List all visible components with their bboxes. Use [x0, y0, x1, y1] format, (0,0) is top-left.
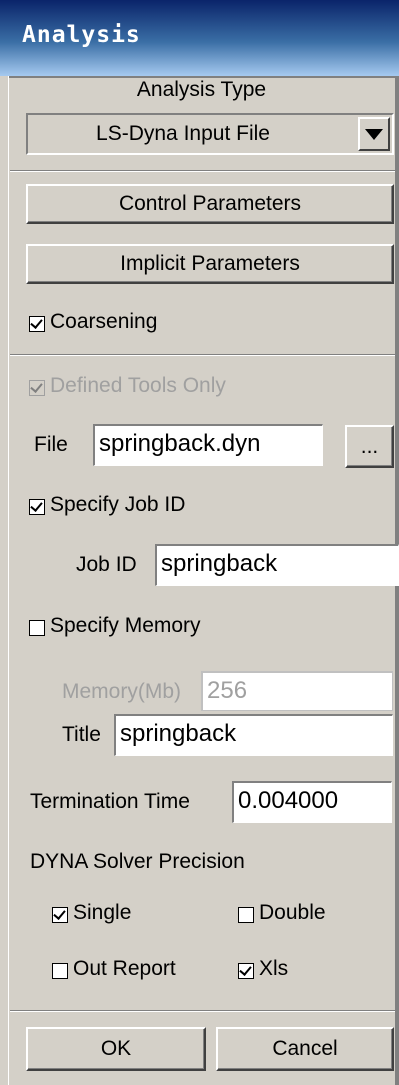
title-label: Title [62, 723, 101, 746]
control-parameters-button[interactable]: Control Parameters [26, 184, 394, 224]
analysis-type-dropdown[interactable]: LS-Dyna Input File [26, 113, 394, 155]
defined-tools-checkbox[interactable] [29, 380, 45, 396]
xls-checkbox[interactable] [238, 963, 254, 979]
file-label: File [34, 433, 68, 456]
termination-time-label: Termination Time [30, 790, 190, 813]
specify-job-id-checkbox[interactable] [29, 499, 45, 515]
dropdown-arrow-button[interactable] [358, 117, 390, 151]
analysis-type-label: Analysis Type [136, 78, 267, 101]
job-id-input[interactable]: springback [155, 544, 399, 586]
file-input[interactable]: springback.dyn [93, 424, 323, 466]
single-label: Single [73, 901, 132, 924]
specify-job-id-label: Specify Job ID [50, 493, 186, 516]
title-input[interactable]: springback [114, 714, 393, 756]
cancel-button[interactable]: Cancel [216, 1027, 394, 1071]
memory-label: Memory(Mb) [62, 680, 181, 703]
browse-button[interactable]: ... [345, 425, 394, 468]
implicit-parameters-button[interactable]: Implicit Parameters [26, 244, 394, 284]
xls-label: Xls [259, 957, 289, 980]
separator [10, 170, 395, 172]
out-report-checkbox[interactable] [52, 963, 68, 979]
specify-memory-checkbox[interactable] [29, 620, 45, 636]
solver-precision-label: DYNA Solver Precision [30, 850, 245, 873]
specify-memory-label: Specify Memory [50, 614, 201, 637]
defined-tools-label: Defined Tools Only [50, 374, 226, 397]
coarsening-checkbox[interactable] [29, 316, 45, 332]
analysis-type-value: LS-Dyna Input File [96, 122, 270, 145]
out-report-label: Out Report [73, 957, 176, 980]
left-border [0, 76, 9, 1085]
single-checkbox[interactable] [52, 907, 68, 923]
memory-input[interactable]: 256 [201, 671, 393, 711]
ok-button[interactable]: OK [26, 1027, 206, 1071]
separator [10, 354, 395, 356]
chevron-down-icon [365, 128, 383, 140]
double-label: Double [259, 901, 326, 924]
job-id-label: Job ID [76, 553, 137, 576]
termination-time-input[interactable]: 0.004000 [232, 781, 392, 823]
window-title: Analysis [22, 22, 141, 48]
double-checkbox[interactable] [238, 907, 254, 923]
coarsening-label: Coarsening [50, 310, 158, 333]
separator [10, 1010, 395, 1012]
title-bar: Analysis [0, 0, 399, 78]
